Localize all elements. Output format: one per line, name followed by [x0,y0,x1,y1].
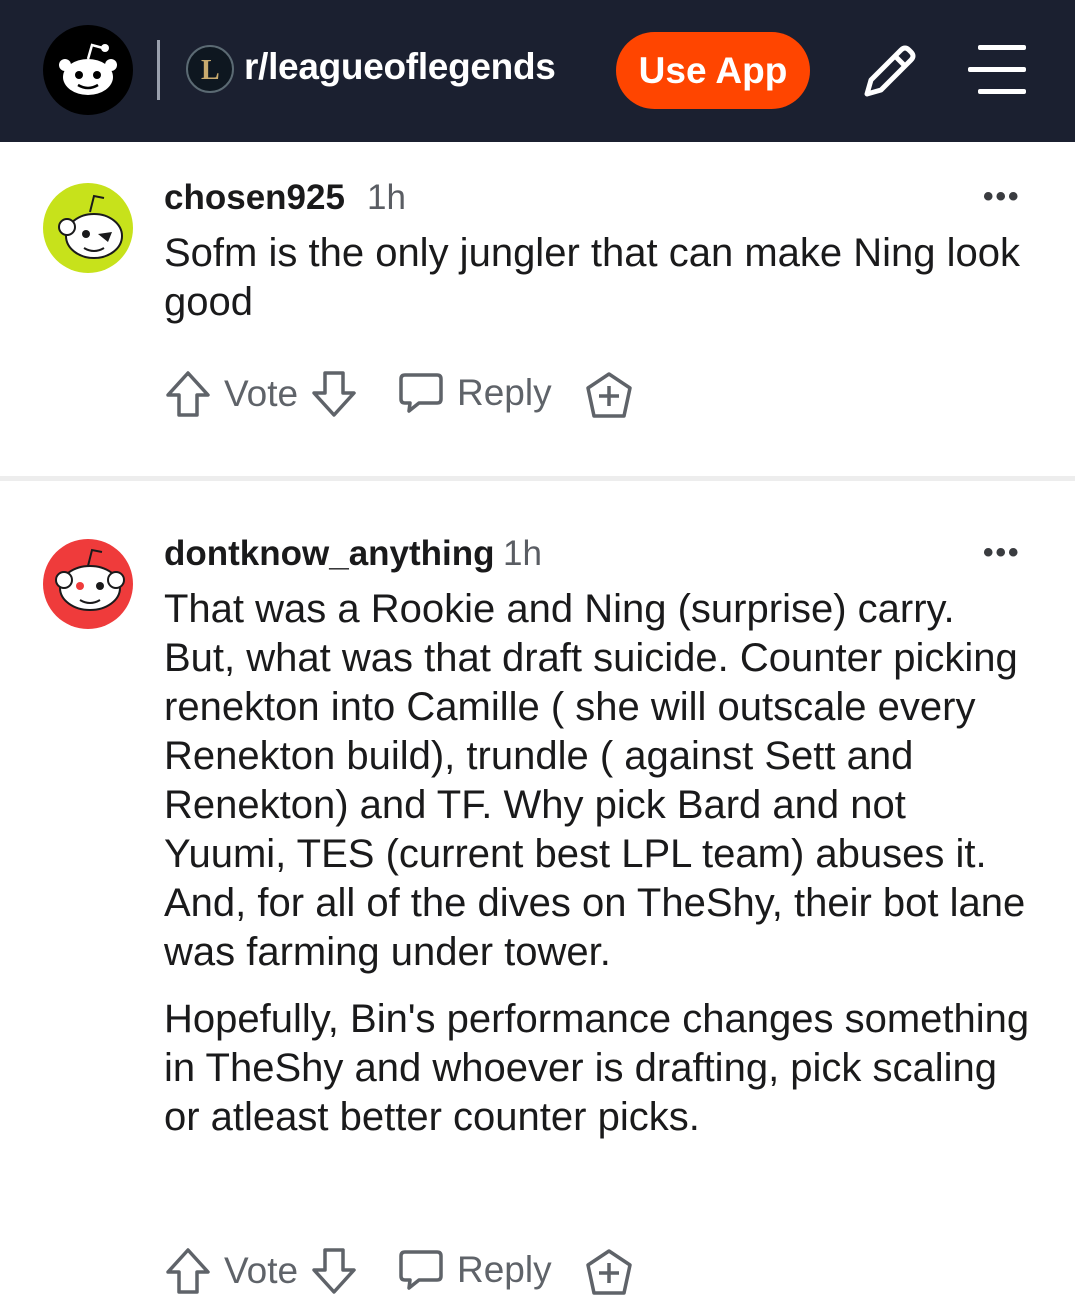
comment-username[interactable]: dontknow_anything [164,534,495,574]
svg-text:L: L [201,55,220,86]
vote-control: Vote [164,1246,358,1296]
comment-username[interactable]: chosen925 [164,178,345,218]
award-icon[interactable] [584,370,634,420]
comment-body: Sofm is the only jungler that can make N… [164,229,1034,345]
top-bar: L r/leagueoflegends Use App [0,0,1075,142]
comment-paragraph: Sofm is the only jungler that can make N… [164,231,1020,324]
more-options-icon[interactable]: ••• [983,536,1021,570]
use-app-button[interactable]: Use App [616,32,810,109]
vote-label: Vote [224,373,299,414]
comment-separator [0,476,1075,481]
more-options-icon[interactable]: ••• [983,180,1021,214]
reply-button[interactable]: Reply [397,369,552,417]
avatar[interactable] [42,182,134,274]
comment-time: 1h [503,534,542,573]
header-divider [157,40,160,100]
vote-control: Vote [164,369,358,419]
reply-label: Reply [457,372,552,413]
comment-bubble-icon [399,373,443,413]
reddit-logo-icon[interactable] [43,25,133,115]
comment-paragraph: That was a Rookie and Ning (surprise) ca… [164,587,1026,974]
reply-button[interactable]: Reply [397,1246,552,1294]
subreddit-name[interactable]: r/leagueoflegends [244,46,556,88]
award-icon[interactable] [584,1247,634,1297]
pencil-icon[interactable] [855,40,921,106]
comment-bubble-icon [399,1250,443,1290]
upvote-icon[interactable] [164,1246,212,1296]
league-logo-icon[interactable]: L [186,45,234,93]
menu-icon[interactable] [966,42,1028,98]
comment-time: 1h [367,178,406,217]
upvote-icon[interactable] [164,369,212,419]
downvote-icon[interactable] [310,369,358,419]
avatar[interactable] [42,538,134,630]
comment-paragraph: Hopefully, Bin's performance changes som… [164,997,1030,1139]
downvote-icon[interactable] [310,1246,358,1296]
comment-body: That was a Rookie and Ning (surprise) ca… [164,585,1034,1160]
vote-label: Vote [224,1250,299,1291]
reply-label: Reply [457,1249,552,1290]
